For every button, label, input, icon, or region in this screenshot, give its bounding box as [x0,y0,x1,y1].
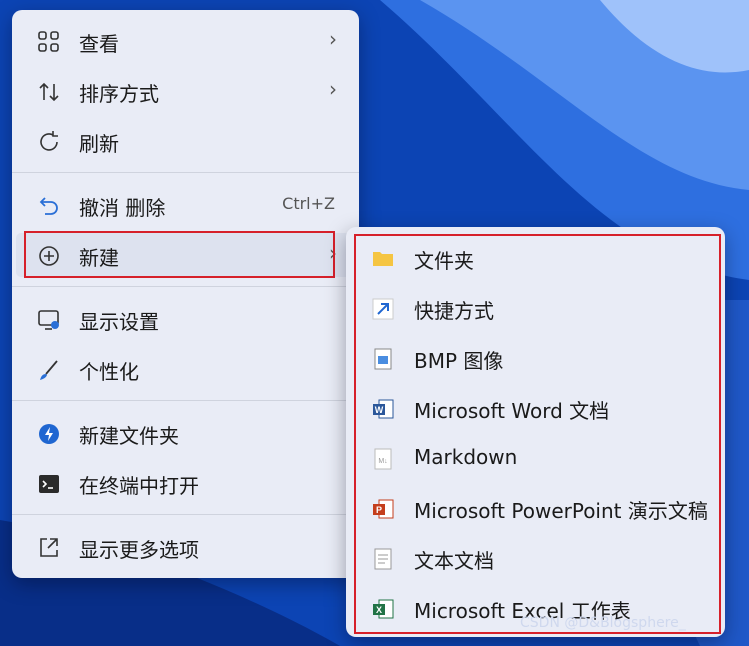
personalize-label: 个性化 [79,360,139,384]
refresh-icon [36,129,62,155]
sort-icon [36,79,62,105]
terminal-label: 在终端中打开 [79,474,199,498]
highlight-box-new [24,231,335,278]
undo-label: 撤消 删除 [79,196,166,220]
divider [12,400,359,401]
menu-item-terminal[interactable]: 在终端中打开 [16,461,355,505]
menu-item-refresh[interactable]: 刷新 [16,119,355,163]
undo-icon [36,193,62,219]
view-label: 查看 [79,32,119,56]
undo-shortcut: Ctrl+Z [282,194,335,213]
watermark: CSDN @D&Blogsphere_ [520,615,686,631]
new-folder-icon [36,421,62,447]
new-folder-label: 新建文件夹 [79,424,179,448]
brush-icon [36,357,62,383]
more-options-label: 显示更多选项 [79,538,199,562]
context-menu: 查看 › 排序方式 › 刷新 撤消 删除 Ctrl+Z 新建 › 显示设置 个性… [12,10,359,578]
menu-item-view[interactable]: 查看 › [16,19,355,63]
menu-item-sort[interactable]: 排序方式 › [16,69,355,113]
open-external-icon [36,535,62,561]
chevron-right-icon: › [329,27,337,51]
menu-item-more-options[interactable]: 显示更多选项 [16,525,355,569]
chevron-right-icon: › [329,77,337,101]
highlight-box-submenu [354,234,721,634]
divider [12,514,359,515]
menu-item-personalize[interactable]: 个性化 [16,347,355,391]
sort-label: 排序方式 [79,82,159,106]
divider [12,172,359,173]
menu-item-display[interactable]: 显示设置 [16,297,355,341]
grid-icon [36,29,62,55]
menu-item-new-folder[interactable]: 新建文件夹 [16,411,355,455]
display-label: 显示设置 [79,310,159,334]
terminal-icon [36,471,62,497]
divider [12,286,359,287]
menu-item-undo[interactable]: 撤消 删除 Ctrl+Z [16,183,355,227]
display-settings-icon [36,307,62,333]
refresh-label: 刷新 [79,132,119,156]
